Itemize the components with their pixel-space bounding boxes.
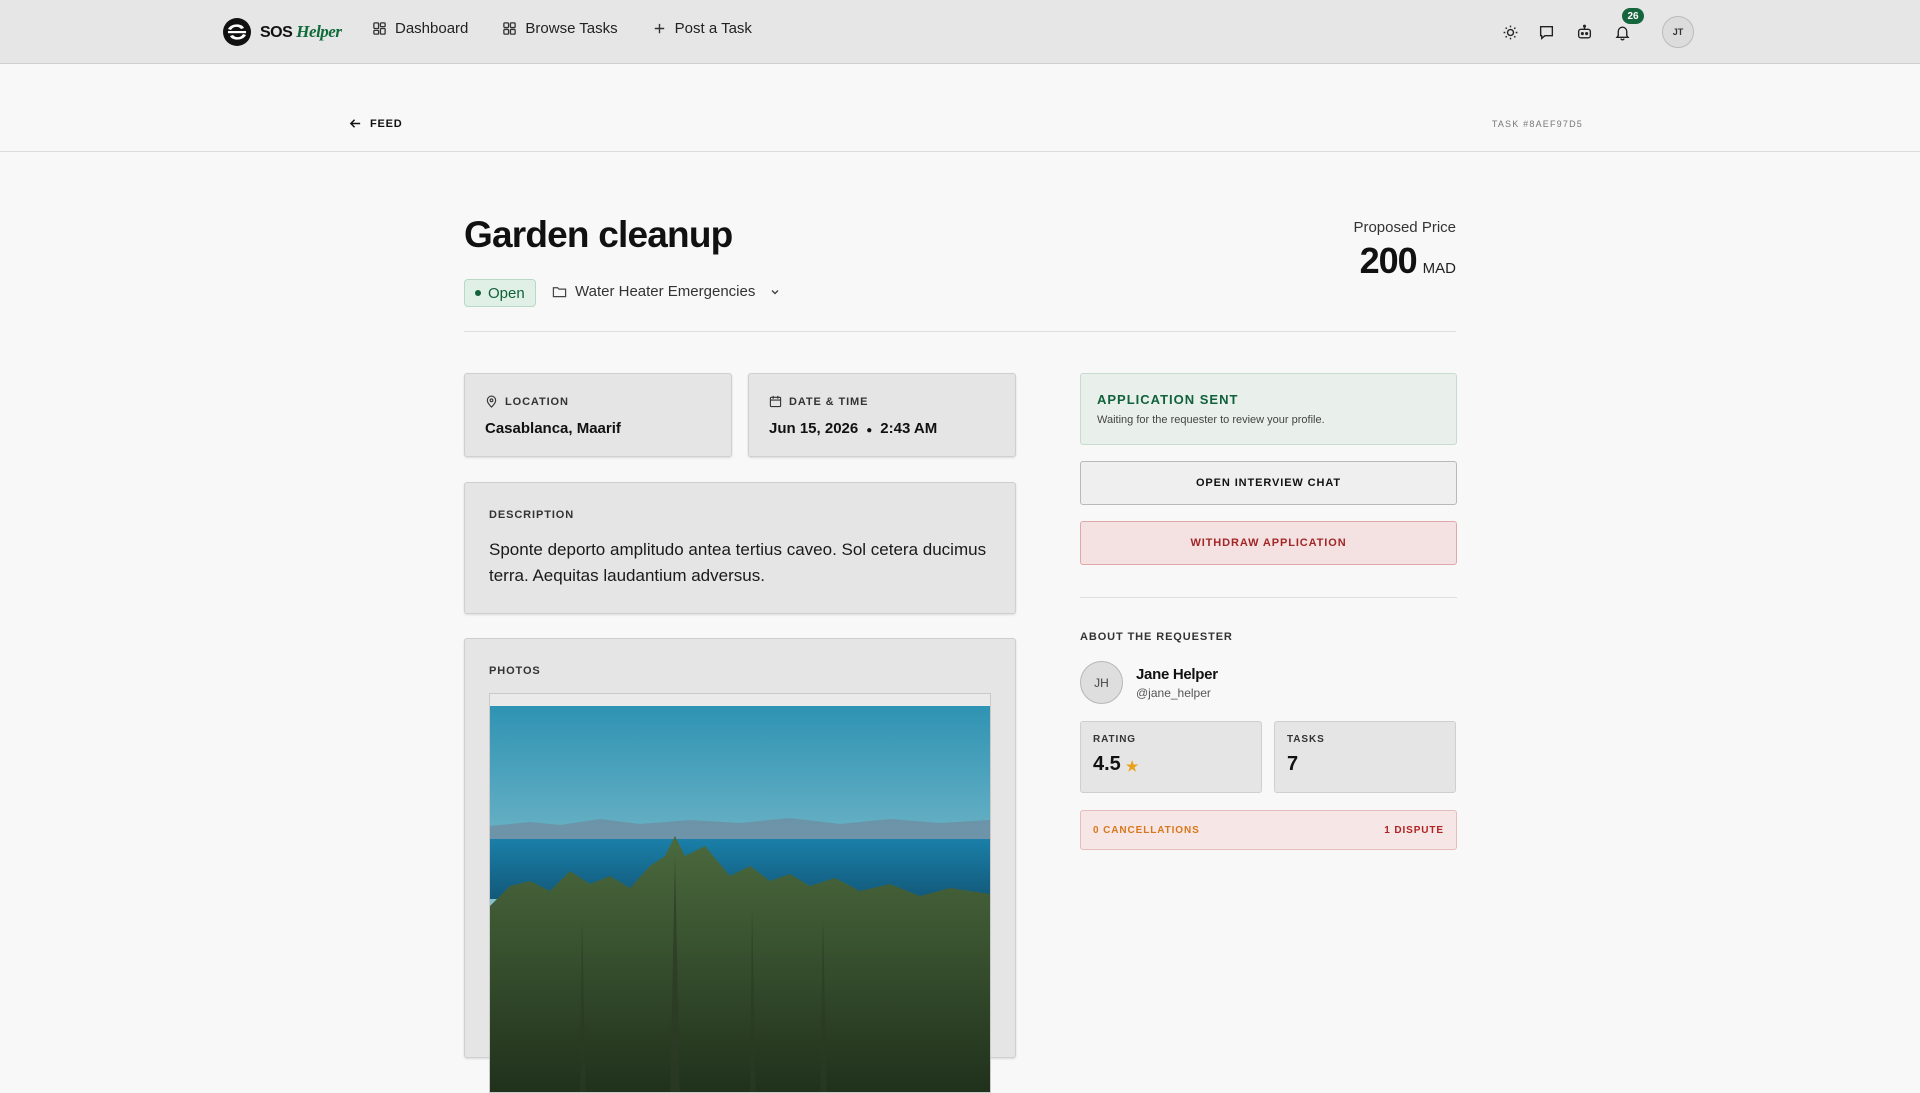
brand-logo-link[interactable]: SOS Helper — [222, 17, 342, 47]
requester-handle: @jane_helper — [1136, 686, 1211, 700]
tasks-value: 7 — [1287, 753, 1299, 775]
folder-icon — [552, 287, 567, 298]
arrow-left-icon — [349, 119, 361, 128]
plus-icon — [654, 23, 664, 34]
header-divider — [464, 331, 1456, 332]
messages-button[interactable] — [1536, 22, 1556, 42]
notification-count-badge: 26 — [1622, 8, 1644, 24]
robot-icon — [1577, 24, 1591, 39]
proposed-price-label: Proposed Price — [1353, 219, 1456, 236]
price-currency: MAD — [1422, 260, 1456, 277]
description-card: DESCRIPTION Sponte deporto amplitudo ant… — [464, 482, 1016, 614]
time-value: 2:43 AM — [880, 420, 938, 437]
nav-links: Dashboard Browse Tasks Post a Task — [372, 20, 752, 37]
proposed-price: 200 MAD — [1360, 240, 1456, 282]
category-selector[interactable]: Water Heater Emergencies — [552, 283, 781, 300]
application-status-title: APPLICATION SENT — [1097, 392, 1239, 407]
about-requester-title: ABOUT THE REQUESTER — [1080, 631, 1233, 643]
rating-value: 4.5 — [1093, 753, 1121, 775]
rating-label: RATING — [1093, 734, 1136, 745]
bullet-separator: ● — [866, 425, 873, 436]
tasks-label: TASKS — [1287, 734, 1325, 745]
application-status-panel: APPLICATION SENT Waiting for the request… — [1080, 373, 1457, 445]
datetime-value: Jun 15, 2026 ● 2:43 AM — [769, 420, 995, 437]
top-navbar: SOS Helper Dashboard Browse Tasks Post a … — [0, 0, 1920, 64]
brand-sos: SOS — [260, 24, 293, 41]
assistant-button[interactable] — [1574, 22, 1594, 42]
map-pin-icon — [486, 395, 497, 408]
disputes-count: 1 DISPUTE — [1384, 824, 1444, 836]
requester-name[interactable]: Jane Helper — [1136, 666, 1218, 683]
star-icon: ★ — [1125, 758, 1139, 774]
page-subheader: FEED TASK #8AEF97D5 — [0, 64, 1920, 152]
sos-logo-icon — [223, 18, 251, 46]
date-value: Jun 15, 2026 — [769, 420, 859, 437]
requester-avatar[interactable]: JH — [1080, 661, 1123, 704]
category-label: Water Heater Emergencies — [575, 283, 756, 300]
datetime-label: DATE & TIME — [789, 395, 869, 408]
location-value: Casablanca, Maarif — [485, 420, 621, 437]
notifications-button[interactable] — [1612, 22, 1632, 42]
status-badge: Open — [464, 279, 536, 307]
back-to-feed-link[interactable]: FEED — [349, 117, 403, 130]
location-label: LOCATION — [505, 395, 569, 408]
task-photo — [490, 706, 990, 1092]
location-label-row: LOCATION — [485, 395, 711, 408]
description-text: Sponte deporto amplitudo antea tertius c… — [489, 540, 987, 585]
photos-card: PHOTOS — [464, 638, 1016, 1093]
back-link-label: FEED — [370, 117, 403, 130]
task-title: Garden cleanup — [464, 214, 733, 255]
datetime-label-row: DATE & TIME — [769, 395, 995, 408]
photos-label: PHOTOS — [489, 665, 541, 677]
application-status-text: Waiting for the requester to review your… — [1097, 414, 1325, 426]
nav-browse-tasks[interactable]: Browse Tasks — [502, 20, 618, 37]
nav-dashboard-label: Dashboard — [395, 20, 469, 37]
cancellations-count: 0 CANCELLATIONS — [1093, 824, 1200, 836]
open-interview-chat-button[interactable]: OPEN INTERVIEW CHAT — [1080, 461, 1457, 505]
right-divider — [1080, 597, 1457, 598]
chat-icon — [1539, 25, 1553, 40]
brand-helper: Helper — [296, 22, 342, 41]
description-label: DESCRIPTION — [489, 509, 575, 521]
status-dot-icon — [475, 290, 481, 296]
photo-frame[interactable] — [489, 693, 991, 1093]
sun-icon — [1503, 25, 1517, 39]
user-avatar[interactable]: JT — [1662, 16, 1694, 48]
calendar-icon — [769, 395, 782, 408]
theme-toggle-button[interactable] — [1500, 22, 1520, 42]
reliability-bar: 0 CANCELLATIONS 1 DISPUTE — [1080, 810, 1457, 850]
brand-name: SOS Helper — [260, 22, 342, 42]
withdraw-application-button[interactable]: WITHDRAW APPLICATION — [1080, 521, 1457, 565]
tasks-stat-card: TASKS 7 — [1274, 721, 1456, 793]
task-id: TASK #8AEF97D5 — [1491, 119, 1583, 129]
nav-browse-tasks-label: Browse Tasks — [525, 20, 618, 37]
rating-stat-card: RATING 4.5 ★ — [1080, 721, 1262, 793]
price-amount: 200 — [1359, 240, 1418, 281]
location-card: LOCATION Casablanca, Maarif — [464, 373, 732, 457]
datetime-card: DATE & TIME Jun 15, 2026 ● 2:43 AM — [748, 373, 1016, 457]
grid-icon — [503, 22, 517, 35]
bell-icon — [1615, 26, 1629, 40]
nav-post-task-label: Post a Task — [674, 20, 752, 37]
nav-dashboard[interactable]: Dashboard — [372, 20, 468, 37]
chevron-down-icon — [771, 289, 779, 294]
rating-row: 4.5 ★ — [1093, 753, 1249, 776]
nav-post-task[interactable]: Post a Task — [652, 20, 752, 37]
status-label: Open — [488, 284, 525, 302]
dashboard-icon — [373, 22, 386, 35]
